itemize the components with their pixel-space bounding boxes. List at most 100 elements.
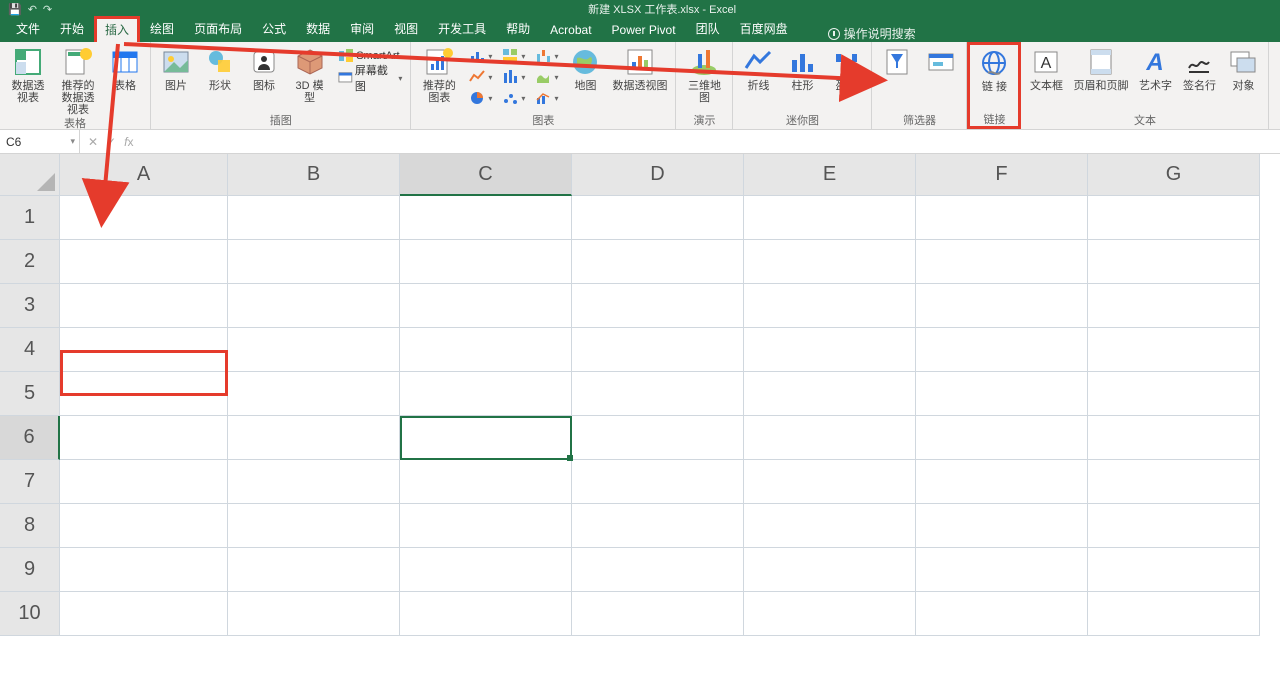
row-header[interactable]: 4 bbox=[0, 328, 60, 372]
cell[interactable] bbox=[228, 328, 400, 372]
chart-hier-button[interactable]: ▾ bbox=[502, 46, 525, 66]
tell-me-search[interactable]: 操作说明搜索 bbox=[828, 25, 916, 42]
cell[interactable] bbox=[744, 284, 916, 328]
row-header[interactable]: 1 bbox=[0, 196, 60, 240]
cell[interactable] bbox=[916, 196, 1088, 240]
cell[interactable] bbox=[744, 460, 916, 504]
cell[interactable] bbox=[572, 504, 744, 548]
sparkline-column-button[interactable]: 柱形 bbox=[785, 46, 819, 92]
row-header[interactable]: 2 bbox=[0, 240, 60, 284]
column-header[interactable]: B bbox=[228, 154, 400, 196]
tab-acrobat[interactable]: Acrobat bbox=[540, 19, 601, 42]
cell[interactable] bbox=[744, 416, 916, 460]
cell[interactable] bbox=[400, 372, 572, 416]
cell[interactable] bbox=[60, 548, 228, 592]
cell[interactable] bbox=[744, 372, 916, 416]
chart-surface-button[interactable]: ▾ bbox=[535, 67, 558, 87]
cell[interactable] bbox=[1088, 284, 1260, 328]
cell[interactable] bbox=[400, 548, 572, 592]
column-header[interactable]: C bbox=[400, 154, 572, 196]
row-header[interactable]: 7 bbox=[0, 460, 60, 504]
cell[interactable] bbox=[60, 196, 228, 240]
cell[interactable] bbox=[1088, 196, 1260, 240]
cell[interactable] bbox=[60, 504, 228, 548]
cell[interactable] bbox=[572, 328, 744, 372]
timeline-button[interactable] bbox=[924, 46, 958, 80]
cancel-icon[interactable]: ✕ bbox=[88, 135, 98, 149]
cell[interactable] bbox=[916, 284, 1088, 328]
cell[interactable] bbox=[572, 196, 744, 240]
cell[interactable] bbox=[1088, 416, 1260, 460]
chart-stat-button[interactable]: ▾ bbox=[502, 67, 525, 87]
chart-scatter-button[interactable]: ▾ bbox=[502, 88, 525, 108]
cell[interactable] bbox=[228, 372, 400, 416]
cell[interactable] bbox=[572, 416, 744, 460]
tab-file[interactable]: 文件 bbox=[6, 16, 50, 42]
cell[interactable] bbox=[744, 196, 916, 240]
tab-review[interactable]: 审阅 bbox=[340, 16, 384, 42]
signature-line-button[interactable]: 签名行 bbox=[1182, 46, 1216, 92]
pivot-chart-button[interactable]: 数据透视图 bbox=[612, 46, 667, 92]
tab-layout[interactable]: 页面布局 bbox=[184, 16, 252, 42]
tab-powerpivot[interactable]: Power Pivot bbox=[602, 19, 686, 42]
tab-home[interactable]: 开始 bbox=[50, 16, 94, 42]
maps-button[interactable]: 地图 bbox=[568, 46, 602, 92]
slicer-button[interactable] bbox=[880, 46, 914, 80]
tab-insert[interactable]: 插入 bbox=[94, 16, 140, 42]
cell[interactable] bbox=[1088, 372, 1260, 416]
cell[interactable] bbox=[400, 284, 572, 328]
row-header[interactable]: 3 bbox=[0, 284, 60, 328]
column-header[interactable]: E bbox=[744, 154, 916, 196]
cell[interactable] bbox=[60, 416, 228, 460]
tab-developer[interactable]: 开发工具 bbox=[428, 16, 496, 42]
cell[interactable] bbox=[1088, 240, 1260, 284]
recommended-pivot-button[interactable]: 推荐的 数据透视表 bbox=[58, 46, 98, 116]
name-box[interactable]: C6 bbox=[0, 130, 80, 153]
pivot-table-button[interactable]: 数据透 视表 bbox=[8, 46, 48, 104]
cell[interactable] bbox=[228, 592, 400, 636]
cell[interactable] bbox=[916, 328, 1088, 372]
cell[interactable] bbox=[60, 372, 228, 416]
tab-data[interactable]: 数据 bbox=[296, 16, 340, 42]
cell[interactable] bbox=[744, 240, 916, 284]
tab-draw[interactable]: 绘图 bbox=[140, 16, 184, 42]
cell[interactable] bbox=[916, 240, 1088, 284]
object-button[interactable]: 对象 bbox=[1226, 46, 1260, 92]
cell[interactable] bbox=[744, 504, 916, 548]
tab-baidu[interactable]: 百度网盘 bbox=[730, 16, 798, 42]
cell[interactable] bbox=[1088, 504, 1260, 548]
3d-map-button[interactable]: 三维地 图 bbox=[684, 46, 724, 104]
cell[interactable] bbox=[228, 196, 400, 240]
chart-bar-button[interactable]: ▾ bbox=[469, 46, 492, 66]
cell[interactable] bbox=[572, 240, 744, 284]
select-all-corner[interactable] bbox=[0, 154, 60, 196]
pictures-button[interactable]: 图片 bbox=[159, 46, 193, 92]
cell[interactable] bbox=[1088, 548, 1260, 592]
cell[interactable] bbox=[228, 416, 400, 460]
column-header[interactable]: F bbox=[916, 154, 1088, 196]
row-header[interactable]: 8 bbox=[0, 504, 60, 548]
wordart-button[interactable]: A 艺术字 bbox=[1138, 46, 1172, 92]
textbox-button[interactable]: A 文本框 bbox=[1029, 46, 1063, 92]
enter-icon[interactable]: ✓ bbox=[106, 135, 116, 149]
cell[interactable] bbox=[228, 548, 400, 592]
row-header[interactable]: 10 bbox=[0, 592, 60, 636]
cell[interactable] bbox=[744, 548, 916, 592]
cell[interactable] bbox=[1088, 328, 1260, 372]
cell[interactable] bbox=[572, 372, 744, 416]
cell[interactable] bbox=[400, 240, 572, 284]
recommended-charts-button[interactable]: 推荐的 图表 bbox=[419, 46, 459, 104]
tab-team[interactable]: 团队 bbox=[686, 16, 730, 42]
cell[interactable] bbox=[60, 240, 228, 284]
cell[interactable] bbox=[60, 592, 228, 636]
cell[interactable] bbox=[400, 460, 572, 504]
cell[interactable] bbox=[916, 460, 1088, 504]
tab-view[interactable]: 视图 bbox=[384, 16, 428, 42]
3d-models-button[interactable]: 3D 模 型 bbox=[291, 46, 328, 104]
column-header[interactable]: D bbox=[572, 154, 744, 196]
row-header[interactable]: 9 bbox=[0, 548, 60, 592]
chart-waterfall-button[interactable]: ▾ bbox=[535, 46, 558, 66]
fx-icon[interactable]: fx bbox=[124, 135, 133, 149]
hyperlink-button[interactable]: 链 接 bbox=[974, 47, 1014, 93]
row-header[interactable]: 6 bbox=[0, 416, 60, 460]
